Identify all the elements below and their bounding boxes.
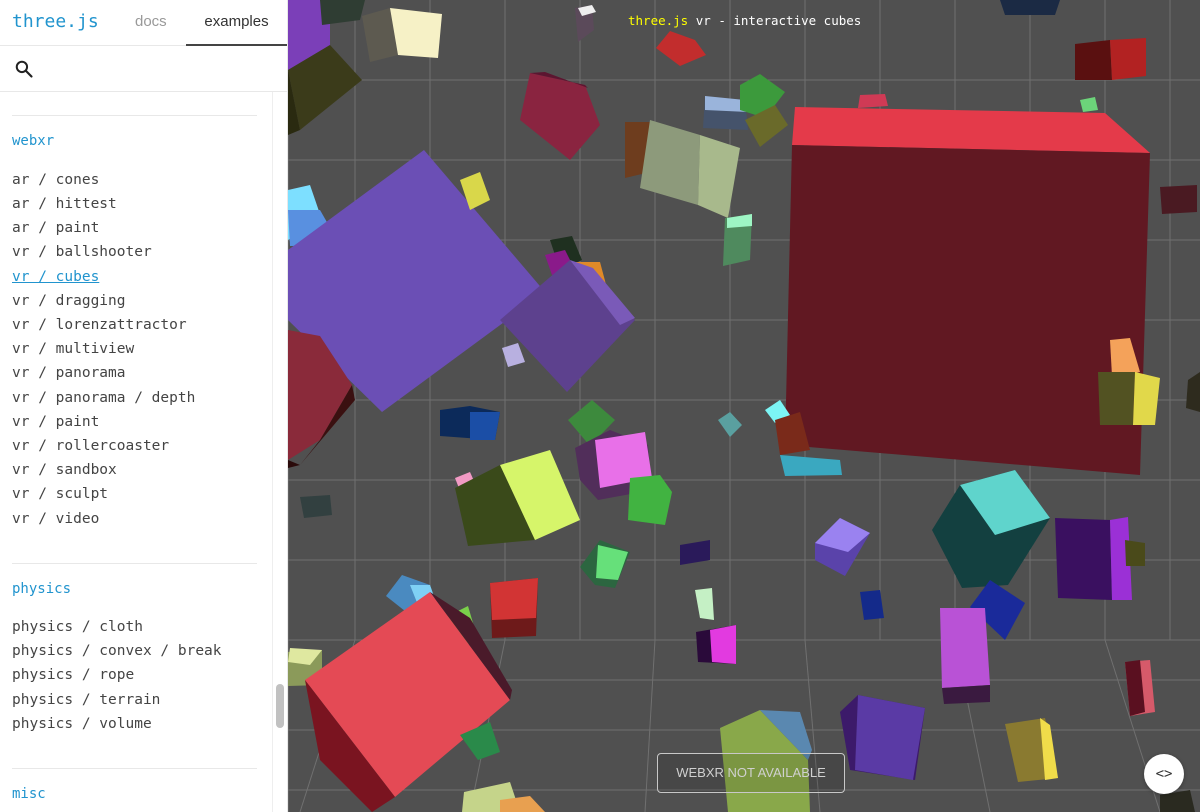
example-physics-convex-break[interactable]: physics / convex / break [12,643,222,659]
divider [12,768,257,769]
category-physics: physics [12,581,72,597]
example-vr-paint[interactable]: vr / paint [12,414,99,430]
sidebar-header: three.js docs examples [0,0,287,46]
example-vr-rollercoaster[interactable]: vr / rollercoaster [12,438,169,454]
example-ar-paint[interactable]: ar / paint [12,220,99,236]
example-physics-cloth[interactable]: physics / cloth [12,619,143,635]
sidebar-panel: three.js docs examples webxr ar / cones … [0,0,288,812]
example-vr-dragging[interactable]: vr / dragging [12,293,126,309]
tab-docs[interactable]: docs [135,0,167,46]
room-scene [288,0,1200,812]
search-icon[interactable] [14,59,34,79]
search-bar [0,46,287,92]
search-input[interactable] [44,54,274,84]
example-vr-panorama[interactable]: vr / panorama [12,365,126,381]
category-webxr: webxr [12,133,55,149]
example-vr-sculpt[interactable]: vr / sculpt [12,486,108,502]
example-physics-volume[interactable]: physics / volume [12,716,152,732]
tab-examples[interactable]: examples [186,0,287,46]
scrollbar-thumb[interactable] [276,684,284,728]
threejs-link[interactable]: three.js [628,13,688,28]
cubes-layer [288,0,1200,812]
example-vr-ballshooter[interactable]: vr / ballshooter [12,244,152,260]
example-physics-rope[interactable]: physics / rope [12,667,134,683]
info-text: vr - interactive cubes [688,13,862,28]
example-ar-cones[interactable]: ar / cones [12,172,99,188]
webxr-button[interactable]: WEBXR NOT AVAILABLE [657,753,845,793]
divider [12,115,257,116]
category-misc: misc [12,786,46,802]
example-vr-video[interactable]: vr / video [12,511,99,527]
view-source-button[interactable]: <> [1144,754,1184,794]
example-vr-panorama-depth[interactable]: vr / panorama / depth [12,390,195,406]
example-vr-multiview[interactable]: vr / multiview [12,341,134,357]
logo-link[interactable]: three.js [12,11,99,32]
webgl-viewport[interactable]: three.js vr - interactive cubes WEBXR NO… [288,0,1200,812]
examples-list: webxr ar / cones ar / hittest ar / paint… [0,92,272,812]
divider [12,563,257,564]
info-caption: three.js vr - interactive cubes [628,13,861,28]
example-vr-sandbox[interactable]: vr / sandbox [12,462,117,478]
example-physics-terrain[interactable]: physics / terrain [12,692,160,708]
example-vr-lorenzattractor[interactable]: vr / lorenzattractor [12,317,187,333]
example-vr-cubes[interactable]: vr / cubes [12,269,99,285]
example-ar-hittest[interactable]: ar / hittest [12,196,117,212]
